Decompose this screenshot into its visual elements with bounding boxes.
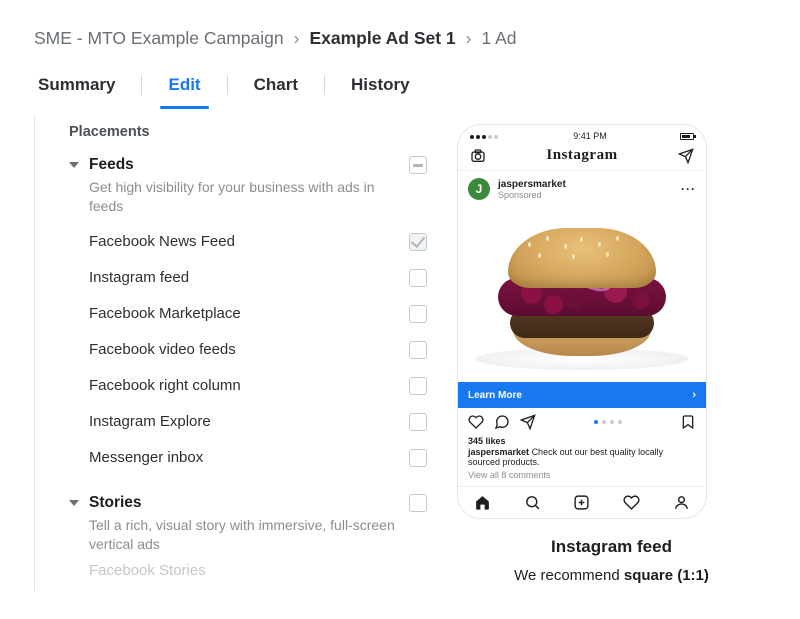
placement-checkbox[interactable] — [409, 233, 427, 251]
status-time: 9:41 PM — [573, 131, 607, 141]
chevron-right-icon: › — [466, 28, 472, 49]
battery-icon — [680, 133, 694, 140]
group-desc: Tell a rich, visual story with immersive… — [69, 514, 427, 562]
cta-bar[interactable]: Learn More › — [458, 382, 706, 408]
placement-label: Facebook Marketplace — [89, 305, 409, 322]
placement-checkbox[interactable] — [409, 377, 427, 395]
post-caption: jaspersmarket Check out our best quality… — [458, 446, 706, 468]
placement-label: Facebook video feeds — [89, 341, 409, 358]
breadcrumb-ads[interactable]: 1 Ad — [482, 28, 517, 49]
placement-label: Instagram feed — [89, 269, 409, 286]
placement-item[interactable]: Facebook right column — [69, 368, 427, 404]
camera-icon — [470, 148, 486, 164]
placement-checkbox[interactable] — [409, 305, 427, 323]
view-all-comments[interactable]: View all 8 comments — [458, 468, 706, 486]
group-desc: Get high visibility for your business wi… — [69, 176, 427, 224]
account-name: jaspersmarket — [498, 179, 566, 190]
placement-item[interactable]: Facebook News Feed — [69, 224, 427, 260]
breadcrumb-campaign[interactable]: SME - MTO Example Campaign — [34, 28, 284, 49]
preview-title: Instagram feed — [457, 537, 766, 557]
chevron-right-icon: › — [294, 28, 300, 49]
likes-count: 345 likes — [458, 436, 706, 446]
group-label[interactable]: Stories — [89, 494, 399, 512]
placement-checkbox[interactable] — [409, 341, 427, 359]
more-icon[interactable]: ··· — [681, 182, 696, 196]
placement-item-truncated: Facebook Stories — [69, 562, 427, 579]
activity-icon[interactable] — [623, 494, 640, 511]
section-title-placements: Placements — [69, 124, 427, 140]
placement-label: Facebook right column — [89, 377, 409, 394]
instagram-bottom-nav — [458, 486, 706, 518]
sponsored-label: Sponsored — [498, 190, 566, 200]
device-status-bar: 9:41 PM — [458, 125, 706, 143]
tab-summary[interactable]: Summary — [34, 71, 119, 107]
signal-icon — [470, 131, 500, 141]
placement-checkbox[interactable] — [409, 413, 427, 431]
placement-checkbox[interactable] — [409, 269, 427, 287]
tabs: Summary Edit Chart History — [34, 71, 766, 108]
divider — [141, 75, 142, 95]
share-icon[interactable] — [520, 414, 536, 430]
placement-label: Facebook News Feed — [89, 233, 409, 250]
post-image — [458, 207, 706, 382]
tab-history[interactable]: History — [347, 71, 414, 107]
post-actions — [458, 408, 706, 436]
heart-icon[interactable] — [468, 414, 484, 430]
group-checkbox-stories[interactable] — [409, 494, 427, 512]
placement-item[interactable]: Facebook Marketplace — [69, 296, 427, 332]
avatar: J — [468, 178, 490, 200]
placement-item[interactable]: Facebook video feeds — [69, 332, 427, 368]
profile-icon[interactable] — [673, 494, 690, 511]
placement-label: Messenger inbox — [89, 449, 409, 466]
placement-item[interactable]: Instagram feed — [69, 260, 427, 296]
preview-device: 9:41 PM Instagram J jaspersmarket — [457, 124, 707, 519]
tab-edit[interactable]: Edit — [164, 71, 204, 107]
post-header: J jaspersmarket Sponsored ··· — [458, 171, 706, 207]
cta-label: Learn More — [468, 390, 522, 401]
chevron-down-icon[interactable] — [69, 500, 79, 506]
divider — [227, 75, 228, 95]
add-post-icon[interactable] — [573, 494, 590, 511]
carousel-dots — [546, 420, 670, 424]
tab-chart[interactable]: Chart — [250, 71, 302, 107]
divider — [324, 75, 325, 95]
group-checkbox-feeds[interactable] — [409, 156, 427, 174]
send-icon — [678, 148, 694, 164]
chevron-down-icon[interactable] — [69, 162, 79, 168]
placement-group-feeds: Feeds Get high visibility for your busin… — [69, 150, 427, 478]
placement-item[interactable]: Messenger inbox — [69, 440, 427, 476]
instagram-logo: Instagram — [546, 147, 617, 164]
placement-group-stories: Stories Tell a rich, visual story with i… — [69, 488, 427, 581]
comment-icon[interactable] — [494, 414, 510, 430]
bookmark-icon[interactable] — [680, 414, 696, 430]
placement-checkbox[interactable] — [409, 449, 427, 467]
search-icon[interactable] — [524, 494, 541, 511]
chevron-right-icon: › — [692, 389, 696, 401]
placement-label: Instagram Explore — [89, 413, 409, 430]
instagram-header: Instagram — [458, 143, 706, 171]
group-label[interactable]: Feeds — [89, 156, 399, 174]
home-icon[interactable] — [474, 494, 491, 511]
placement-item[interactable]: Instagram Explore — [69, 404, 427, 440]
breadcrumb: SME - MTO Example Campaign › Example Ad … — [34, 28, 766, 49]
breadcrumb-adset[interactable]: Example Ad Set 1 — [309, 28, 455, 49]
preview-recommendation: We recommend square (1:1) — [457, 567, 766, 584]
